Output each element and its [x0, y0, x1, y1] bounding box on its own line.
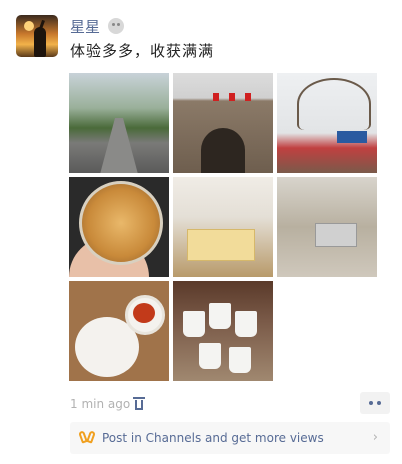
photo-tofu-making[interactable]	[173, 177, 273, 277]
cup	[183, 311, 205, 337]
avatar-sun	[24, 21, 34, 31]
arch-shape	[201, 128, 245, 173]
photo-market[interactable]	[277, 73, 377, 173]
username[interactable]: 星星	[70, 16, 100, 37]
medal-shape	[79, 181, 163, 265]
road-shape	[99, 118, 139, 173]
cup	[209, 303, 231, 329]
flag	[229, 93, 235, 101]
avatar[interactable]	[16, 15, 58, 57]
trash-body	[135, 400, 143, 410]
cup	[229, 347, 251, 373]
post-text: 体验多多，收获满满	[70, 42, 215, 60]
photo-tofu-plate[interactable]	[69, 281, 169, 381]
cup	[199, 343, 221, 369]
sign-shape	[337, 131, 367, 143]
photo-soymilk-cups[interactable]	[173, 281, 273, 381]
photo-gate[interactable]	[173, 73, 273, 173]
photo-street[interactable]	[69, 73, 169, 173]
tofu-shape	[187, 229, 255, 261]
scale-shape	[315, 223, 357, 247]
channels-promo-button[interactable]: Post in Channels and get more views ›	[70, 422, 390, 454]
smiley-face-icon	[108, 18, 124, 34]
photo-workshop[interactable]	[277, 177, 377, 277]
flag	[245, 93, 251, 101]
trash-icon[interactable]	[133, 396, 145, 410]
trash-lid	[133, 397, 145, 399]
channels-logo-icon	[80, 431, 96, 445]
photo-medal[interactable]	[69, 177, 169, 277]
more-dots-icon[interactable]	[360, 392, 390, 414]
post-time: 1 min ago	[70, 397, 131, 411]
tree-shape	[297, 78, 371, 130]
channels-promo-text: Post in Channels and get more views	[102, 431, 324, 445]
flag	[213, 93, 219, 101]
sauce-shape	[133, 303, 155, 323]
chevron-right-icon: ›	[372, 430, 378, 445]
cup	[235, 311, 257, 337]
